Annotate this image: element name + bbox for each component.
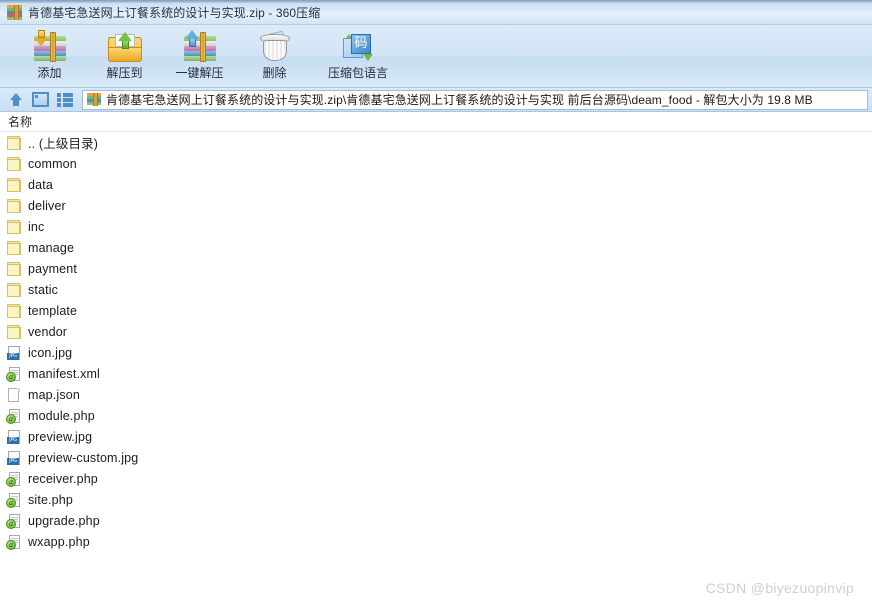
file-name: .. (上级目录) xyxy=(28,137,99,151)
file-name: payment xyxy=(28,261,77,276)
file-name: receiver.php xyxy=(28,471,98,486)
file-name: wxapp.php xyxy=(28,534,90,549)
one-click-extract-button-label: 一键解压 xyxy=(175,66,224,80)
folder-icon xyxy=(6,324,22,340)
column-header-name[interactable]: 名称 xyxy=(0,113,32,130)
folder-icon xyxy=(6,156,22,172)
main-toolbar: 添加 解压到 一键解压 删除 码 压缩包语言 xyxy=(0,25,872,88)
file-name: icon.jpg xyxy=(28,345,73,360)
archive-manager-window: 肯德基宅急送网上订餐系统的设计与实现.zip - 360压缩 添加 解压到 一键… xyxy=(0,0,872,606)
file-name: vendor xyxy=(28,324,68,339)
add-button-label: 添加 xyxy=(37,66,62,80)
list-item[interactable]: common xyxy=(0,153,872,174)
folder-icon xyxy=(6,282,22,298)
list-item[interactable]: .. (上级目录) xyxy=(0,132,872,153)
jpg-file-icon: JPG xyxy=(6,345,22,361)
list-item[interactable]: data xyxy=(0,174,872,195)
php-file-icon: a xyxy=(6,366,22,382)
list-view-icon[interactable] xyxy=(54,90,75,110)
file-name: manage xyxy=(28,240,75,255)
php-file-icon: a xyxy=(6,471,22,487)
extract-to-folder-icon xyxy=(106,30,144,64)
list-item[interactable]: JPG preview.jpg xyxy=(0,426,872,447)
file-name: preview-custom.jpg xyxy=(28,450,139,465)
file-name: deliver xyxy=(28,198,66,213)
file-name: static xyxy=(28,282,59,297)
jpg-file-icon: JPG xyxy=(6,429,22,445)
php-file-icon: a xyxy=(6,513,22,529)
encoding-icon-glyph: 码 xyxy=(351,34,371,54)
list-item[interactable]: vendor xyxy=(0,321,872,342)
delete-button-label: 删除 xyxy=(262,66,287,80)
file-name: upgrade.php xyxy=(28,513,100,528)
extract-to-button-label: 解压到 xyxy=(106,66,143,80)
folder-icon xyxy=(6,261,22,277)
php-file-icon: a xyxy=(6,492,22,508)
archive-language-button[interactable]: 码 压缩包语言 xyxy=(312,27,404,87)
one-click-extract-button[interactable]: 一键解压 xyxy=(162,27,237,87)
document-file-icon xyxy=(6,387,22,403)
folder-icon xyxy=(6,177,22,193)
list-column-header: 名称 xyxy=(0,112,872,132)
list-item[interactable]: a wxapp.php xyxy=(0,531,872,552)
window-title: 肯德基宅急送网上订餐系统的设计与实现.zip - 360压缩 xyxy=(28,5,321,20)
archive-icon xyxy=(87,93,101,106)
file-name: template xyxy=(28,303,78,318)
list-item[interactable]: a manifest.xml xyxy=(0,363,872,384)
list-item[interactable]: payment xyxy=(0,258,872,279)
list-item[interactable]: a module.php xyxy=(0,405,872,426)
trash-icon xyxy=(256,30,294,64)
list-item[interactable]: a site.php xyxy=(0,489,872,510)
delete-button[interactable]: 删除 xyxy=(237,27,312,87)
path-text: 肯德基宅急送网上订餐系统的设计与实现.zip\肯德基宅急送网上订餐系统的设计与实… xyxy=(106,93,813,107)
list-item[interactable]: inc xyxy=(0,216,872,237)
list-item[interactable]: a receiver.php xyxy=(0,468,872,489)
folder-icon xyxy=(6,135,22,151)
file-name: data xyxy=(28,177,53,192)
path-input[interactable]: 肯德基宅急送网上订餐系统的设计与实现.zip\肯德基宅急送网上订餐系统的设计与实… xyxy=(82,89,868,110)
extract-to-button[interactable]: 解压到 xyxy=(87,27,162,87)
archive-icon xyxy=(7,5,22,20)
file-name: manifest.xml xyxy=(28,366,100,381)
window-preview-icon[interactable] xyxy=(30,90,51,110)
php-file-icon: a xyxy=(6,534,22,550)
folder-icon xyxy=(6,240,22,256)
file-name: preview.jpg xyxy=(28,429,93,444)
list-item[interactable]: JPG preview-custom.jpg xyxy=(0,447,872,468)
list-item[interactable]: template xyxy=(0,300,872,321)
file-list[interactable]: .. (上级目录) common data deliver inc manage… xyxy=(0,132,872,598)
list-item[interactable]: static xyxy=(0,279,872,300)
list-item[interactable]: JPG icon.jpg xyxy=(0,342,872,363)
list-item[interactable]: a upgrade.php xyxy=(0,510,872,531)
folder-icon xyxy=(6,198,22,214)
archive-language-button-label: 压缩包语言 xyxy=(327,66,388,80)
list-item[interactable]: manage xyxy=(0,237,872,258)
one-click-extract-icon xyxy=(181,30,219,64)
address-bar: 肯德基宅急送网上订餐系统的设计与实现.zip\肯德基宅急送网上订餐系统的设计与实… xyxy=(0,88,872,112)
watermark-text: CSDN @biyezuopinvip xyxy=(705,580,854,596)
encoding-icon: 码 xyxy=(339,30,377,64)
php-file-icon: a xyxy=(6,408,22,424)
file-name: site.php xyxy=(28,492,73,507)
file-name: module.php xyxy=(28,408,95,423)
title-bar: 肯德基宅急送网上订餐系统的设计与实现.zip - 360压缩 xyxy=(0,0,872,25)
folder-icon xyxy=(6,303,22,319)
jpg-file-icon: JPG xyxy=(6,450,22,466)
folder-icon xyxy=(6,219,22,235)
file-name: map.json xyxy=(28,387,80,402)
list-item[interactable]: deliver xyxy=(0,195,872,216)
add-button[interactable]: 添加 xyxy=(12,27,87,87)
file-name: common xyxy=(28,156,77,171)
add-archive-icon xyxy=(31,30,69,64)
list-item[interactable]: map.json xyxy=(0,384,872,405)
file-name: inc xyxy=(28,219,45,234)
up-arrow-icon[interactable] xyxy=(6,90,27,110)
